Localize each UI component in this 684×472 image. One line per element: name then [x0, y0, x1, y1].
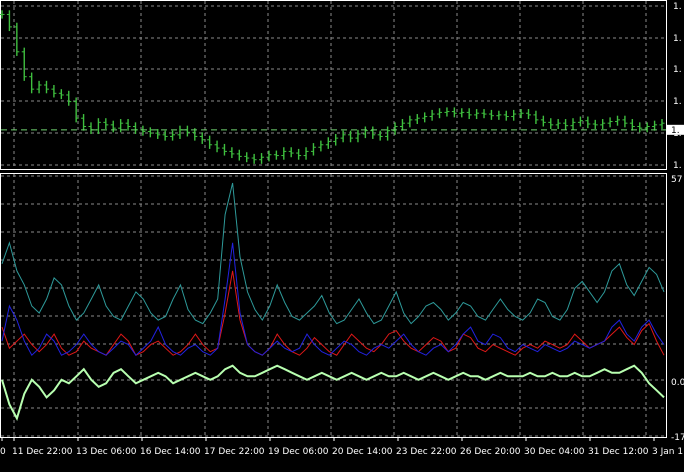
- price-axis: 1.1.1.1.1.1.1.: [667, 2, 684, 171]
- price-grid: [1, 1, 666, 169]
- time-tick-label: 23 Dec 22:00: [396, 447, 457, 457]
- time-tick-label: 26 Dec 20:00: [460, 447, 521, 457]
- time-tick-label: 30 Dec 04:00: [524, 447, 585, 457]
- indicator-tick-label: 0.0: [671, 378, 684, 388]
- time-axis: 0 11 Dec 22:00 13 Dec 06:00 16 Dec 14:00 17 …: [0, 437, 683, 457]
- time-tick-label: 17 Dec 22:00: [204, 447, 265, 457]
- price-tick-label: 1.: [673, 2, 682, 12]
- indicator-pane-frame: [0, 173, 667, 438]
- time-tick-label: 20 Dec 14:00: [332, 447, 393, 457]
- time-tick-label: 19 Dec 06:00: [268, 447, 329, 457]
- time-tick-label: 3 Jan 1: [652, 447, 683, 457]
- time-tick-label: 11 Dec 22:00: [12, 447, 73, 457]
- price-pane-frame: [0, 0, 667, 170]
- price-bars: [0, 10, 665, 164]
- indicator-tick-label: -17: [671, 433, 684, 443]
- indicator-axis: 57 0.0 -17: [671, 175, 684, 443]
- price-tick-label: 1.: [673, 97, 682, 107]
- price-tick-label: 1.: [673, 161, 682, 171]
- indicator-tick-label: 57: [671, 175, 682, 185]
- indicator-light-green-line: [1, 364, 665, 422]
- time-tick-label: 16 Dec 14:00: [140, 447, 201, 457]
- indicator-grid: [1, 174, 666, 437]
- price-tick-label: 1.: [673, 34, 682, 44]
- price-pane[interactable]: 1.1.1.1.1.1.1.: [0, 0, 684, 172]
- trading-terminal-chart-window: 1.1.1.1.1.1.1. 570.0-17 011 Dec 22:0013 …: [0, 0, 684, 472]
- indicator-pane[interactable]: 57 0.0 -17: [0, 173, 684, 444]
- time-tick-label: 13 Dec 06:00: [76, 447, 137, 457]
- price-tick-label: 1.: [673, 65, 682, 75]
- time-tick-label: 0: [0, 447, 6, 457]
- time-tick-label: 31 Dec 12:00: [588, 447, 649, 457]
- current-price-tag-text: 1.: [671, 126, 680, 136]
- chart-canvas[interactable]: 1.1.1.1.1.1.1. 570.0-17 011 Dec 22:0013 …: [0, 0, 684, 472]
